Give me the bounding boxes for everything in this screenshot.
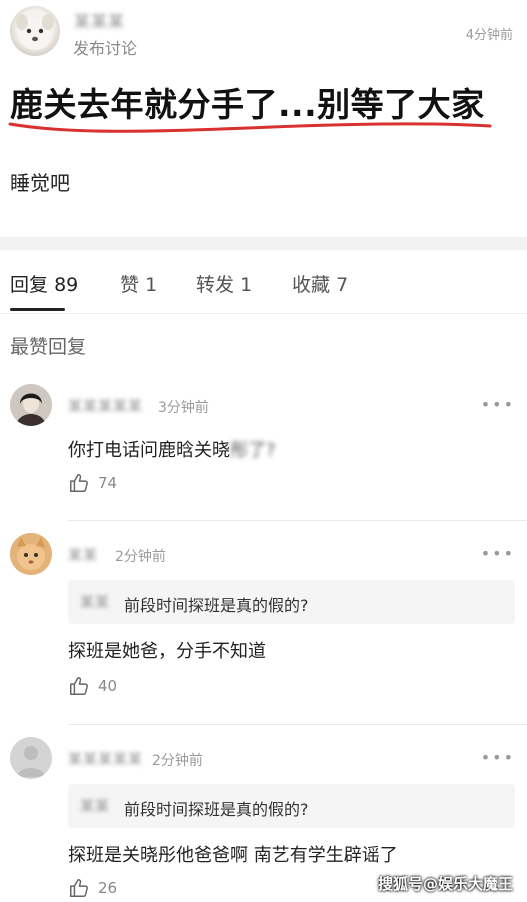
more-options-icon[interactable]: ••• (481, 748, 515, 767)
author-avatar[interactable] (10, 6, 60, 56)
quoted-name: 某某 (80, 595, 110, 611)
more-options-icon[interactable]: ••• (481, 544, 515, 563)
comment-text: 探班是关晓彤他爸爸啊 南艺有学生辟谣了 (68, 845, 398, 866)
author-name[interactable]: 某某某 (74, 8, 125, 32)
dog-avatar-icon (16, 14, 54, 50)
more-options-icon[interactable]: ••• (481, 395, 515, 414)
cat-avatar-icon (10, 533, 52, 575)
tab-replies-label: 回复 (10, 274, 49, 296)
comment-text-blurred: 彤了? (230, 440, 276, 461)
like-count: 74 (98, 474, 118, 492)
thumbs-up-icon (70, 677, 88, 695)
watermark: 搜狐号@娱乐大魔王 (377, 875, 513, 893)
quoted-reply[interactable]: 某某 前段时间探班是真的假的? (68, 580, 515, 624)
tab-favorites-count: 7 (336, 274, 349, 296)
comment-text: 探班是她爸，分手不知道 (68, 641, 266, 662)
tab-favorites[interactable]: 收藏 7 (292, 270, 348, 297)
comment-time: 2分钟前 (115, 549, 166, 565)
commenter-name[interactable]: 某某某某某 (68, 749, 143, 769)
commenter-name[interactable]: 某某某某某 (68, 396, 143, 416)
tab-likes-count: 1 (145, 274, 158, 296)
comment-divider (68, 520, 527, 521)
comment-time: 3分钟前 (158, 400, 209, 416)
active-tab-indicator (10, 308, 65, 311)
post-time: 4分钟前 (465, 28, 513, 43)
comment-text-visible: 你打电话问鹿晗关晓 (68, 440, 230, 461)
quoted-text: 前段时间探班是真的假的? (124, 800, 309, 819)
quoted-text: 前段时间探班是真的假的? (124, 596, 309, 615)
section-separator (0, 237, 527, 250)
tab-reposts[interactable]: 转发 1 (196, 270, 252, 297)
commenter-avatar[interactable] (10, 533, 52, 575)
tab-reposts-count: 1 (240, 274, 253, 296)
comment-text: 你打电话问鹿晗关晓彤了? (68, 436, 276, 462)
portrait-avatar-icon (10, 384, 52, 426)
tab-reposts-label: 转发 (196, 274, 235, 296)
default-avatar-icon (10, 737, 52, 779)
quoted-reply[interactable]: 某某 前段时间探班是真的假的? (68, 784, 515, 828)
commenter-name[interactable]: 某某 (68, 545, 98, 565)
tab-likes-label: 赞 (120, 274, 140, 296)
thumbs-up-icon (70, 474, 88, 492)
comment-divider (68, 724, 527, 725)
tab-replies-count: 89 (54, 274, 79, 296)
like-button[interactable]: 74 (68, 472, 117, 494)
post-body: 睡觉吧 (10, 171, 70, 195)
tab-likes[interactable]: 赞 1 (120, 270, 157, 297)
like-button[interactable]: 26 (68, 877, 117, 899)
tabs-divider (0, 313, 527, 314)
tab-favorites-label: 收藏 (292, 274, 331, 296)
commenter-avatar[interactable] (10, 737, 52, 779)
like-count: 40 (98, 677, 118, 695)
section-title: 最赞回复 (10, 336, 87, 358)
thumbs-up-icon (70, 879, 88, 897)
like-count: 26 (98, 879, 118, 897)
red-underline-mark (8, 122, 492, 133)
post-type-label: 发布讨论 (73, 39, 138, 58)
like-button[interactable]: 40 (68, 675, 117, 697)
quoted-name: 某某 (80, 799, 110, 815)
tab-replies[interactable]: 回复 89 (10, 270, 78, 297)
commenter-avatar[interactable] (10, 384, 52, 426)
comment-time: 2分钟前 (152, 753, 203, 769)
